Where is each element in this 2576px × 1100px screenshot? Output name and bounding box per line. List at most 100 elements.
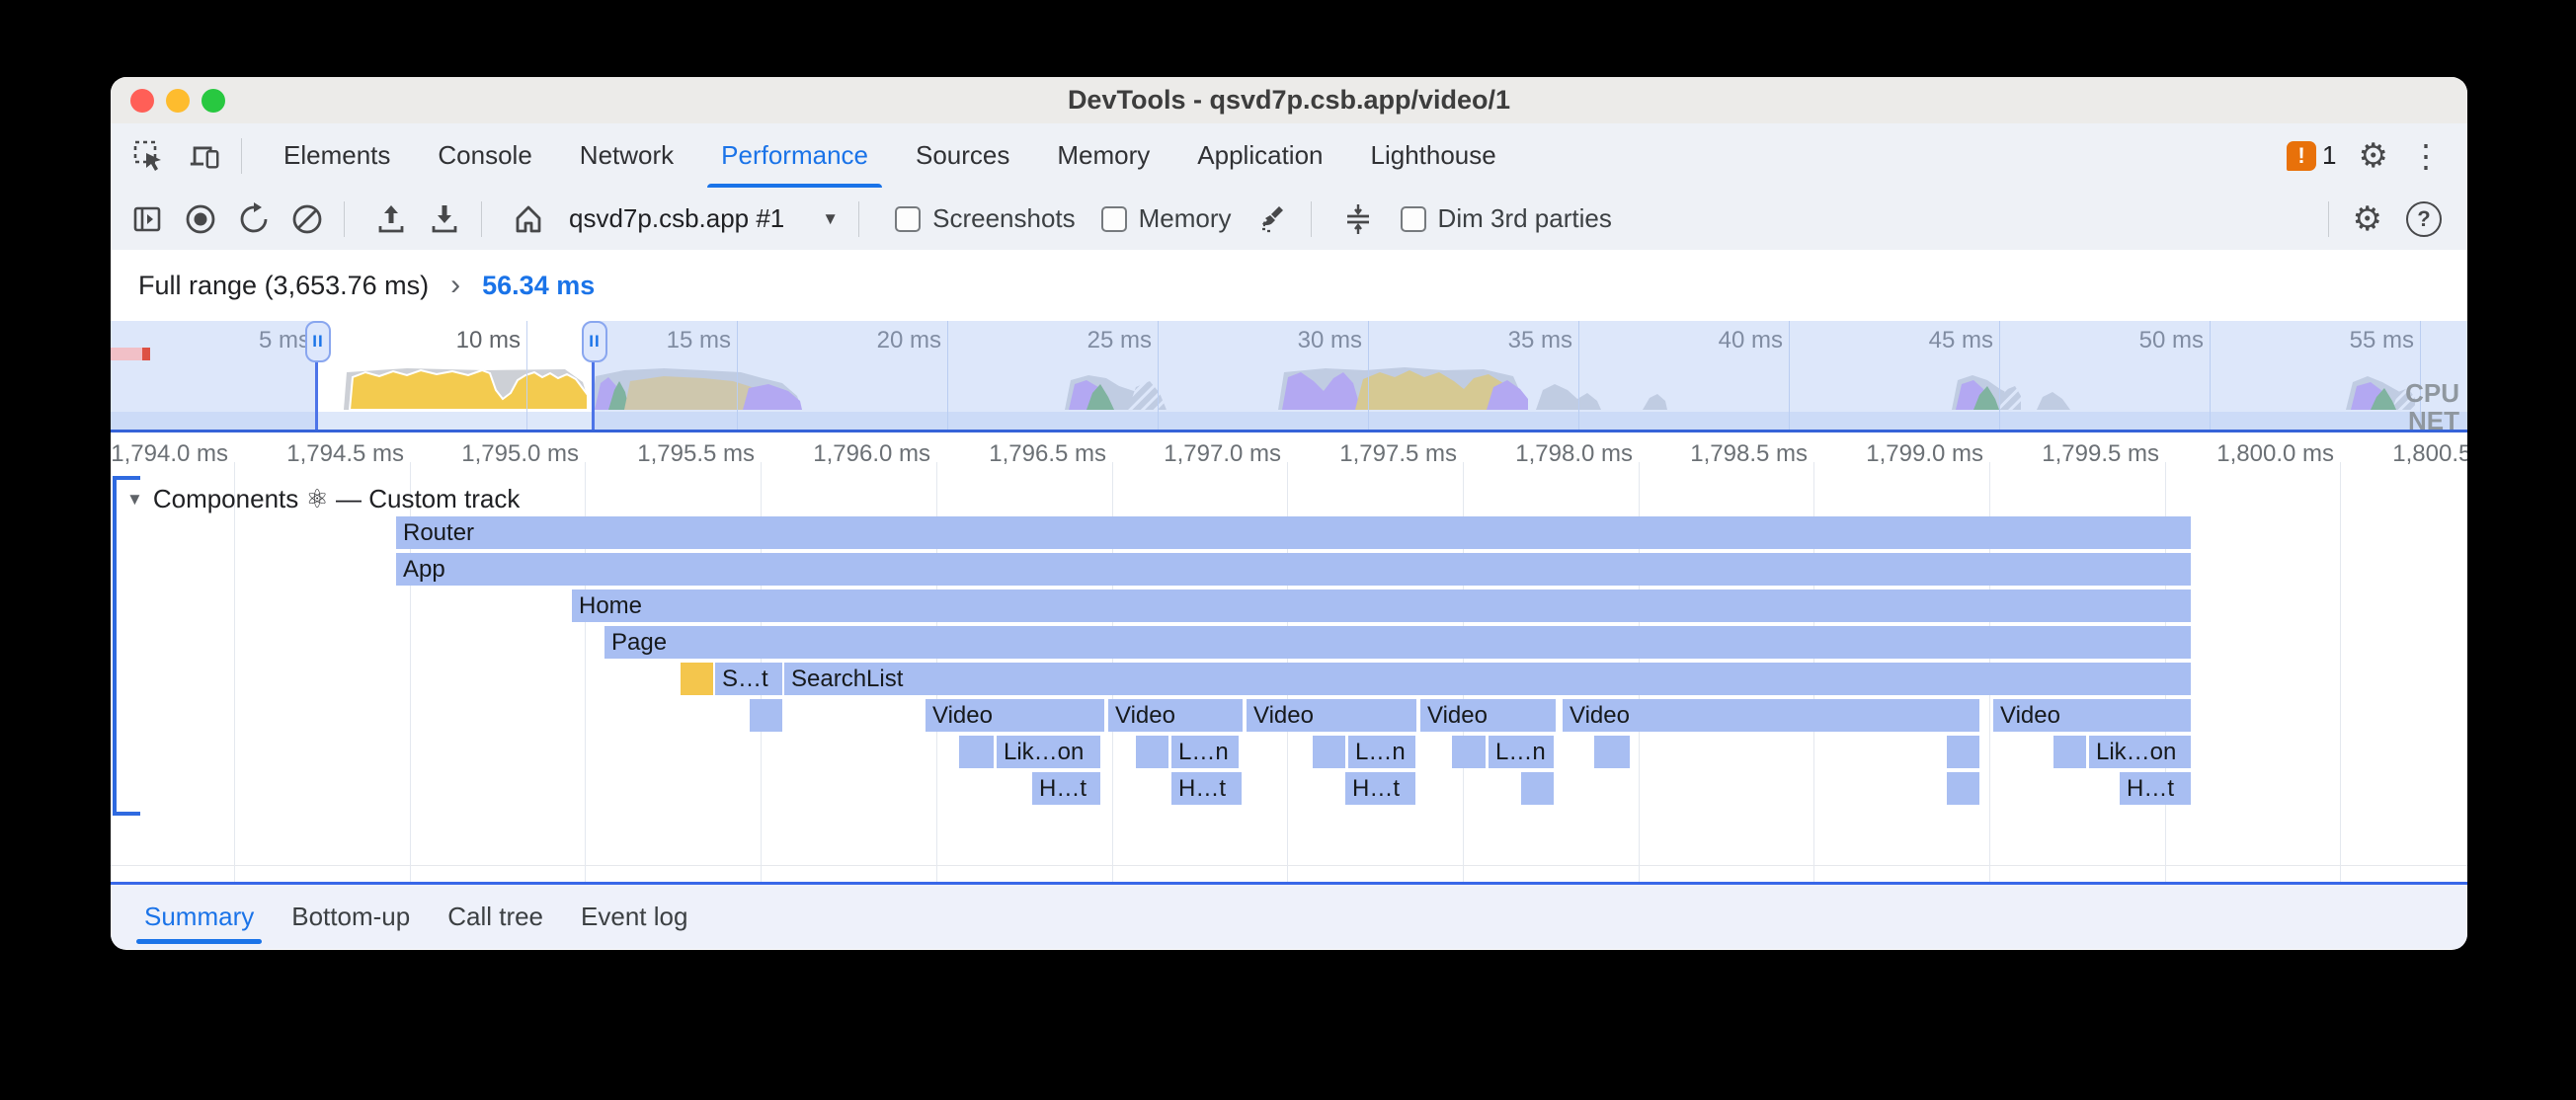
flame-bar[interactable] <box>1947 736 1979 768</box>
full-range-label[interactable]: Full range (3,653.76 ms) <box>138 271 429 301</box>
flame-bar-ht[interactable]: H…t <box>2120 772 2191 805</box>
tab-sources[interactable]: Sources <box>892 123 1033 188</box>
close-window-button[interactable] <box>130 89 154 113</box>
tab-application[interactable]: Application <box>1173 123 1346 188</box>
flame-bar-video[interactable]: Video <box>1563 699 1979 732</box>
reload-record-button[interactable] <box>237 202 271 236</box>
track-header[interactable]: ▼ Components ⚛ — Custom track <box>126 484 520 514</box>
footer-tab-event-log[interactable]: Event log <box>577 885 691 949</box>
long-task-marker <box>111 348 150 360</box>
selected-range-label: 56.34 ms <box>482 271 595 301</box>
screen-background: DevTools - qsvd7p.csb.app/video/1 Elemen… <box>0 0 2576 1100</box>
flame-bar-likon[interactable]: Lik…on <box>997 736 1100 768</box>
network-lane <box>111 412 2467 430</box>
flame-bar-home[interactable]: Home <box>572 589 2191 622</box>
flame-bar[interactable] <box>750 699 782 732</box>
issues-icon: ! <box>2287 141 2316 171</box>
memory-checkbox[interactable] <box>1101 206 1127 232</box>
home-icon[interactable] <box>512 202 545 236</box>
overview-tick-label: 10 ms <box>313 327 521 354</box>
divider <box>858 201 859 237</box>
dim-3rd-parties-checkbox[interactable] <box>1401 206 1426 232</box>
toolbar-right-controls: ⚙ ? <box>2328 201 2467 237</box>
flame-bar[interactable] <box>1594 736 1630 768</box>
track-title: Components ⚛ — Custom track <box>153 484 521 514</box>
dim-3rd-parties-label: Dim 3rd parties <box>1438 203 1612 234</box>
tab-lighthouse[interactable]: Lighthouse <box>1347 123 1520 188</box>
flame-bar-video[interactable]: Video <box>1108 699 1243 732</box>
minimize-window-button[interactable] <box>166 89 190 113</box>
tab-elements[interactable]: Elements <box>260 123 414 188</box>
devtools-tabs: ElementsConsoleNetworkPerformanceSources… <box>260 123 1520 188</box>
bottom-tab-bar: Summary Bottom-up Call tree Event log <box>111 882 2467 949</box>
panel-tab-bar: ElementsConsoleNetworkPerformanceSources… <box>111 123 2467 189</box>
settings-gear-icon[interactable]: ⚙ <box>2359 139 2388 173</box>
ruler-tick-label: 1,800.5 ms <box>2312 440 2467 468</box>
flame-bar-video[interactable]: Video <box>1993 699 2191 732</box>
flame-bar-ht[interactable]: H…t <box>1171 772 1242 805</box>
selection-left-handle[interactable]: II <box>305 321 331 362</box>
flame-bar-likon[interactable]: Lik…on <box>2089 736 2191 768</box>
titlebar: DevTools - qsvd7p.csb.app/video/1 <box>111 77 2467 124</box>
timeline-overview[interactable]: 5 ms10 ms15 ms20 ms25 ms30 ms35 ms40 ms4… <box>111 321 2467 430</box>
devtools-window: DevTools - qsvd7p.csb.app/video/1 Elemen… <box>111 77 2467 950</box>
capture-settings-gear-icon[interactable]: ⚙ <box>2353 202 2382 236</box>
footer-tab-bottom-up[interactable]: Bottom-up <box>287 885 414 949</box>
flame-chart[interactable]: ▼ Components ⚛ — Custom track RouterAppH… <box>111 474 2467 866</box>
record-button[interactable] <box>184 202 217 236</box>
flame-bar[interactable] <box>1521 772 1554 805</box>
flame-bar-searchlist[interactable]: SearchList <box>784 663 2191 695</box>
flame-bar[interactable] <box>1136 736 1168 768</box>
flame-bar-video[interactable]: Video <box>926 699 1104 732</box>
flame-bar[interactable] <box>2053 736 2086 768</box>
flame-bar-app[interactable]: App <box>396 553 2191 586</box>
ruler-tick-label: 1,797.5 ms <box>1259 440 1457 468</box>
download-profile-icon[interactable] <box>428 202 461 236</box>
zoom-window-button[interactable] <box>201 89 225 113</box>
flame-bar-page[interactable]: Page <box>604 626 2191 659</box>
collapse-triangle-icon[interactable]: ▼ <box>126 490 143 510</box>
more-options-icon[interactable]: ⋮ <box>2410 140 2442 172</box>
flame-bar-ln[interactable]: L…n <box>1489 736 1554 768</box>
ruler-tick-label: 1,798.0 ms <box>1435 440 1633 468</box>
inspect-element-icon[interactable] <box>132 139 166 173</box>
clear-button[interactable] <box>290 202 324 236</box>
device-toolbar-icon[interactable] <box>188 139 221 173</box>
flame-bar[interactable] <box>1452 736 1486 768</box>
issues-badge[interactable]: ! 1 <box>2287 140 2336 171</box>
tab-performance[interactable]: Performance <box>697 123 892 188</box>
chevron-down-icon[interactable]: ▼ <box>822 209 839 229</box>
memory-label: Memory <box>1139 203 1232 234</box>
flame-bar[interactable] <box>1313 736 1345 768</box>
chevron-right-icon: › <box>450 269 460 302</box>
flame-bar[interactable] <box>959 736 994 768</box>
cpu-lane-label: CPU <box>2405 378 2459 409</box>
tab-console[interactable]: Console <box>414 123 555 188</box>
flame-bar-ht[interactable]: H…t <box>1032 772 1100 805</box>
footer-tab-call-tree[interactable]: Call tree <box>443 885 547 949</box>
flame-bar[interactable] <box>681 663 713 695</box>
help-icon[interactable]: ? <box>2406 201 2442 237</box>
flame-bar-st[interactable]: S…t <box>715 663 782 695</box>
ruler-tick-label: 1,796.0 ms <box>733 440 930 468</box>
target-selector[interactable]: qsvd7p.csb.app #1 <box>569 203 784 234</box>
upload-profile-icon[interactable] <box>374 202 408 236</box>
ruler-tick-label: 1,800.0 ms <box>2136 440 2334 468</box>
flame-bar-ln[interactable]: L…n <box>1348 736 1415 768</box>
flame-bar-video[interactable]: Video <box>1247 699 1416 732</box>
flame-bar[interactable] <box>1947 772 1979 805</box>
toggle-sidebar-icon[interactable] <box>130 202 164 236</box>
selection-right-handle[interactable]: II <box>582 321 607 362</box>
tab-memory[interactable]: Memory <box>1033 123 1173 188</box>
flame-bar-ht[interactable]: H…t <box>1345 772 1415 805</box>
flame-bar-ln[interactable]: L…n <box>1171 736 1239 768</box>
ruler-tick-label: 1,795.0 ms <box>381 440 579 468</box>
divider <box>344 201 345 237</box>
flame-bar-video[interactable]: Video <box>1420 699 1556 732</box>
collapse-tracks-icon[interactable] <box>1341 202 1375 236</box>
footer-tab-summary[interactable]: Summary <box>140 885 258 949</box>
screenshots-checkbox[interactable] <box>895 206 921 232</box>
garbage-collect-icon[interactable] <box>1257 202 1291 236</box>
tab-network[interactable]: Network <box>556 123 697 188</box>
flame-bar-router[interactable]: Router <box>396 516 2191 549</box>
